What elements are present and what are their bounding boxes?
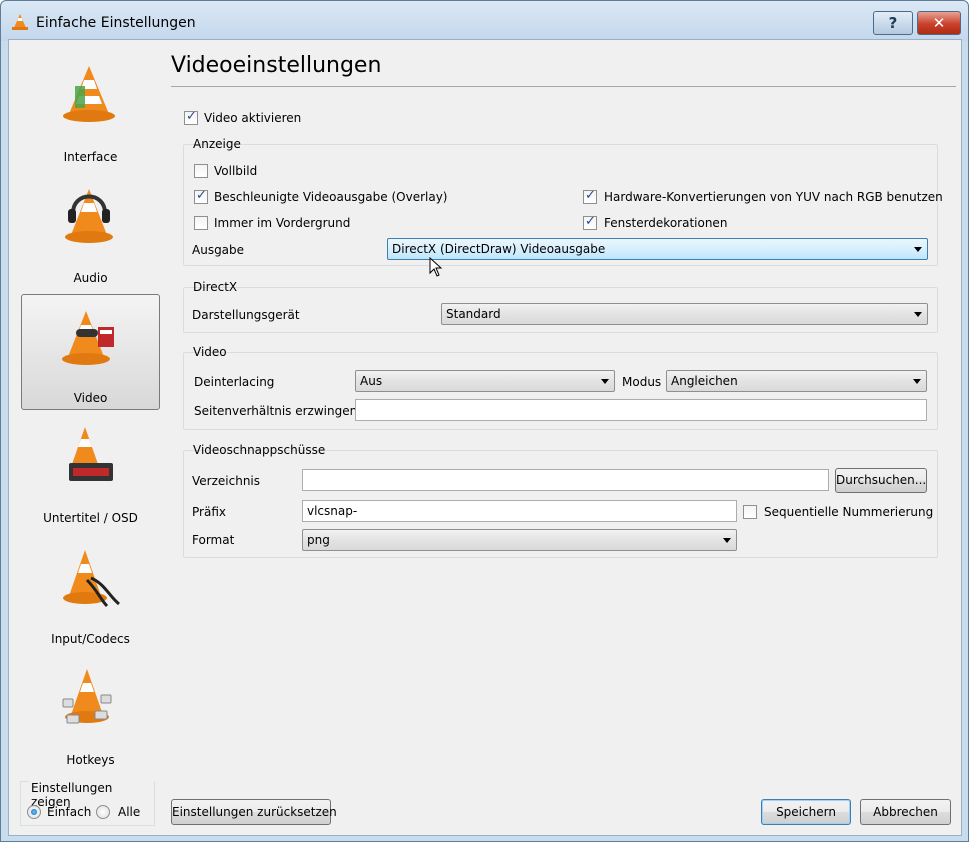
aspect-ratio-label: Seitenverhältnis erzwingen bbox=[194, 404, 358, 418]
fullscreen-checkbox[interactable] bbox=[194, 164, 208, 178]
overlay-label[interactable]: Beschleunigte Videoausgabe (Overlay) bbox=[214, 190, 447, 204]
vlc-cone-headphones-icon bbox=[65, 189, 113, 243]
output-dropdown[interactable]: DirectX (DirectDraw) Videoausgabe bbox=[387, 238, 928, 260]
mouse-cursor-icon bbox=[429, 257, 443, 277]
sequential-numbering-label[interactable]: Sequentielle Nummerierung bbox=[764, 505, 933, 519]
device-dropdown-value: Standard bbox=[446, 307, 501, 321]
all-radio[interactable] bbox=[96, 805, 110, 819]
title-bar[interactable]: Einfache Einstellungen ? ✕ bbox=[1, 1, 968, 41]
prefix-label: Präfix bbox=[192, 505, 226, 519]
chevron-down-icon bbox=[914, 312, 922, 317]
display-group-title: Anzeige bbox=[193, 137, 241, 151]
simple-radio[interactable] bbox=[27, 805, 41, 819]
device-label: Darstellungsgerät bbox=[192, 308, 300, 322]
directx-group-title: DirectX bbox=[193, 280, 238, 294]
all-radio-label[interactable]: Alle bbox=[118, 805, 140, 819]
help-button[interactable]: ? bbox=[873, 11, 913, 35]
enable-video-checkbox[interactable] bbox=[184, 109, 198, 125]
show-settings-group: Einstellungen zeigen Einfach Alle bbox=[20, 781, 155, 826]
page-title: Videoeinstellungen bbox=[171, 53, 382, 78]
chevron-down-icon bbox=[914, 247, 922, 252]
snapshots-group-title: Videoschnappschüsse bbox=[193, 443, 326, 457]
format-dropdown[interactable]: png bbox=[302, 529, 737, 551]
vlc-cone-video-icon bbox=[62, 311, 114, 365]
mode-dropdown-value: Angleichen bbox=[671, 374, 738, 388]
video-group-title: Video bbox=[193, 345, 227, 359]
mode-dropdown[interactable]: Angleichen bbox=[666, 370, 927, 392]
sidebar-item-label: Hotkeys bbox=[66, 753, 115, 767]
output-label: Ausgabe bbox=[192, 243, 245, 257]
browse-button[interactable]: Durchsuchen... bbox=[835, 468, 927, 493]
deinterlace-dropdown[interactable]: Aus bbox=[355, 370, 615, 392]
category-sidebar: Interface Audio Video Untertitel / OSD I… bbox=[9, 40, 169, 780]
sidebar-item-label: Video bbox=[73, 391, 108, 405]
prefix-input[interactable]: vlcsnap- bbox=[302, 500, 737, 522]
preferences-window: Einfache Einstellungen ? ✕ Interface Aud… bbox=[0, 0, 969, 842]
deinterlace-label: Deinterlacing bbox=[194, 375, 275, 389]
overlay-checkbox[interactable] bbox=[194, 188, 208, 204]
sidebar-item-input-codecs[interactable]: Input/Codecs bbox=[21, 534, 160, 650]
sidebar-item-label: Interface bbox=[63, 150, 118, 164]
sidebar-item-audio[interactable]: Audio bbox=[21, 173, 160, 289]
enable-video-label[interactable]: Video aktivieren bbox=[204, 111, 301, 125]
sidebar-item-interface[interactable]: Interface bbox=[21, 52, 160, 168]
aspect-ratio-input[interactable] bbox=[355, 399, 927, 421]
close-button[interactable]: ✕ bbox=[917, 11, 961, 35]
window-decorations-label[interactable]: Fensterdekorationen bbox=[604, 216, 727, 230]
chevron-down-icon bbox=[723, 538, 731, 543]
chevron-down-icon bbox=[913, 379, 921, 384]
save-button[interactable]: Speichern bbox=[761, 799, 851, 825]
dialog-body: Interface Audio Video Untertitel / OSD I… bbox=[8, 39, 962, 836]
window-decorations-checkbox[interactable] bbox=[583, 214, 597, 230]
simple-radio-label[interactable]: Einfach bbox=[47, 805, 91, 819]
window-title: Einfache Einstellungen bbox=[36, 15, 196, 31]
cancel-button[interactable]: Abbrechen bbox=[860, 799, 951, 825]
hw-yuv-checkbox[interactable] bbox=[583, 188, 597, 204]
title-divider bbox=[171, 86, 956, 87]
reset-settings-button[interactable]: Einstellungen zurücksetzen bbox=[171, 799, 337, 825]
vlc-app-icon bbox=[12, 14, 28, 30]
output-dropdown-value: DirectX (DirectDraw) Videoausgabe bbox=[392, 242, 606, 256]
sidebar-item-label: Untertitel / OSD bbox=[43, 511, 138, 525]
sidebar-item-hotkeys[interactable]: Hotkeys bbox=[21, 655, 160, 771]
fullscreen-label[interactable]: Vollbild bbox=[214, 164, 257, 178]
directory-input[interactable] bbox=[302, 469, 829, 491]
vlc-cone-subtitles-icon bbox=[69, 427, 113, 481]
vlc-cone-cables-icon bbox=[63, 550, 120, 608]
always-on-top-checkbox[interactable] bbox=[194, 216, 208, 230]
format-dropdown-value: png bbox=[307, 533, 330, 547]
deinterlace-dropdown-value: Aus bbox=[360, 374, 383, 388]
directory-label: Verzeichnis bbox=[192, 474, 261, 488]
sidebar-item-video[interactable]: Video bbox=[21, 294, 160, 410]
mode-label: Modus bbox=[622, 375, 662, 389]
hw-yuv-label[interactable]: Hardware-Konvertierungen von YUV nach RG… bbox=[604, 190, 943, 204]
sidebar-item-label: Input/Codecs bbox=[51, 632, 130, 646]
device-dropdown[interactable]: Standard bbox=[441, 303, 928, 325]
sidebar-item-label: Audio bbox=[73, 271, 108, 285]
vlc-cone-icon bbox=[63, 66, 115, 122]
vlc-cone-keys-icon bbox=[62, 669, 112, 724]
format-label: Format bbox=[192, 533, 235, 547]
sequential-numbering-checkbox[interactable] bbox=[743, 505, 757, 519]
always-on-top-label[interactable]: Immer im Vordergrund bbox=[214, 216, 350, 230]
sidebar-item-subtitles[interactable]: Untertitel / OSD bbox=[21, 413, 160, 529]
chevron-down-icon bbox=[601, 379, 609, 384]
